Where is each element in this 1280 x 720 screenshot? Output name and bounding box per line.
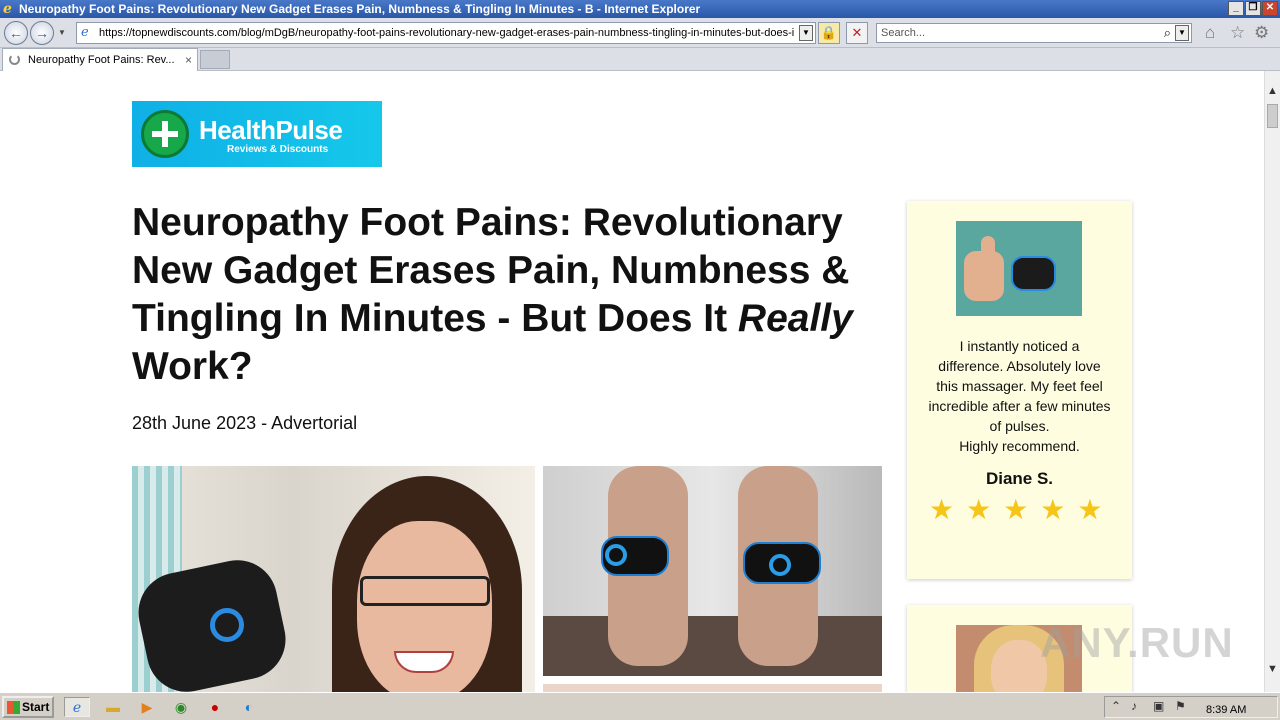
page-content: HealthPulse Reviews & Discounts Neuropat… xyxy=(0,71,1264,692)
window-title: Neuropathy Foot Pains: Revolutionary New… xyxy=(19,2,701,16)
antivirus-taskbar-icon[interactable]: ● xyxy=(202,697,228,717)
reviewer-name: Diane S. xyxy=(985,469,1054,488)
thumb-device xyxy=(1011,256,1056,291)
photo-wall xyxy=(543,466,882,616)
logo-tagline: Reviews & Discounts xyxy=(227,144,329,155)
testimonial-line: of pulses. xyxy=(989,418,1050,434)
headline-emphasis: Really xyxy=(737,297,853,340)
new-tab-button[interactable] xyxy=(200,50,230,69)
testimonial-line: Highly recommend. xyxy=(959,438,1080,454)
address-bar[interactable]: e https://topnewdiscounts.com/blog/mDgB/… xyxy=(76,22,816,44)
forward-button[interactable]: → xyxy=(30,21,54,45)
lock-icon[interactable]: 🔒 xyxy=(818,22,840,44)
article-dateline: 28th June 2023 - Advertorial xyxy=(132,413,358,433)
article-headline: Neuropathy Foot Pains: Revolutionary New… xyxy=(132,199,884,391)
ie-taskbar-icon[interactable]: e xyxy=(64,697,90,717)
url-text[interactable]: https://topnewdiscounts.com/blog/mDgB/ne… xyxy=(99,27,795,39)
tab-label: Neuropathy Foot Pains: Rev... xyxy=(28,54,175,66)
address-dropdown-icon[interactable]: ▼ xyxy=(799,25,813,41)
tab-bar: Neuropathy Foot Pains: Rev... × xyxy=(0,48,1280,71)
start-label: Start xyxy=(22,700,50,714)
testimonial-line: incredible after a few minutes xyxy=(928,398,1111,414)
folder-taskbar-icon[interactable]: ▬ xyxy=(100,697,126,717)
thumb2-face xyxy=(991,640,1047,692)
media-player-taskbar-icon[interactable]: ▶ xyxy=(134,697,160,717)
star-rating: ★★★★★ xyxy=(929,494,1115,525)
restore-button[interactable]: ❐ xyxy=(1245,1,1261,16)
network-icon[interactable]: ▣ xyxy=(1153,699,1164,713)
testimonial-card: I instantly noticed a difference. Absolu… xyxy=(907,201,1132,579)
scroll-thumb[interactable] xyxy=(1267,104,1278,128)
testimonial-photo xyxy=(956,221,1082,316)
woman-holding-device-photo xyxy=(132,466,535,692)
third-photo-strip xyxy=(543,684,882,692)
flag-icon[interactable]: ⚑ xyxy=(1175,699,1186,713)
navigation-bar: ← → ▼ e https://topnewdiscounts.com/blog… xyxy=(0,18,1280,48)
tray-expand-icon[interactable]: ⌃ xyxy=(1111,699,1121,713)
stop-button[interactable]: ✕ xyxy=(846,22,868,44)
tab-close-icon[interactable]: × xyxy=(185,49,192,71)
loading-spinner-icon xyxy=(9,54,20,65)
volume-icon[interactable]: ♪ xyxy=(1131,699,1137,713)
taskbar: Start e ▬ ▶ ◉ ● ◐ ⌃ ♪ ▣ ⚑ xyxy=(0,692,1280,720)
vertical-scrollbar[interactable]: ▲ ▼ xyxy=(1264,71,1280,692)
photo-device-ring xyxy=(210,608,244,642)
health-cross-icon xyxy=(141,110,189,158)
testimonial-line: difference. Absolutely love xyxy=(938,358,1101,374)
thumb-finger xyxy=(981,236,995,260)
photo-pad-ring-right xyxy=(769,554,791,576)
tab-active[interactable]: Neuropathy Foot Pains: Rev... × xyxy=(2,48,198,71)
photo-pad-ring-left xyxy=(605,544,627,566)
search-icon[interactable]: ⌕ xyxy=(1164,25,1171,41)
gear-icon[interactable]: ⚙ xyxy=(1254,24,1269,42)
search-input[interactable]: Search... xyxy=(881,27,925,39)
logo-name: HealthPulse xyxy=(199,115,343,145)
search-dropdown-icon[interactable]: ▼ xyxy=(1175,25,1189,41)
anyrun-watermark: ANY.RUN xyxy=(1040,619,1234,666)
close-window-button[interactable]: ✕ xyxy=(1262,1,1278,16)
site-logo[interactable]: HealthPulse Reviews & Discounts xyxy=(132,101,382,167)
scroll-down-icon[interactable]: ▼ xyxy=(1267,663,1278,675)
windows-flag-icon xyxy=(7,701,20,714)
headline-end: Work? xyxy=(132,345,253,388)
minimize-button[interactable]: _ xyxy=(1228,1,1244,16)
edge-taskbar-icon[interactable]: ◐ xyxy=(236,697,262,717)
ie-logo-icon: e xyxy=(3,1,12,17)
system-tray: ⌃ ♪ ▣ ⚑ xyxy=(1104,696,1278,718)
back-button[interactable]: ← xyxy=(4,21,28,45)
scroll-up-icon[interactable]: ▲ xyxy=(1267,85,1278,97)
start-button[interactable]: Start xyxy=(2,696,54,718)
legs-with-pads-photo xyxy=(543,466,882,676)
window-titlebar: e Neuropathy Foot Pains: Revolutionary N… xyxy=(0,0,1280,18)
history-dropdown-icon[interactable]: ▼ xyxy=(58,28,66,37)
search-box[interactable]: Search... ⌕ ▼ xyxy=(876,23,1192,43)
home-icon[interactable]: ⌂ xyxy=(1205,24,1215,42)
clock[interactable]: 8:39 AM xyxy=(1206,704,1246,716)
testimonial-line: I instantly noticed a xyxy=(959,338,1080,354)
page-favicon-icon: e xyxy=(81,25,89,40)
photo-floor xyxy=(543,616,882,676)
photo-glasses xyxy=(360,576,490,606)
testimonial-text: I instantly noticed a difference. Absolu… xyxy=(925,336,1114,456)
favorites-icon[interactable]: ☆ xyxy=(1230,24,1245,42)
testimonial-line: this massager. My feet feel xyxy=(936,378,1103,394)
chrome-taskbar-icon[interactable]: ◉ xyxy=(168,697,194,717)
